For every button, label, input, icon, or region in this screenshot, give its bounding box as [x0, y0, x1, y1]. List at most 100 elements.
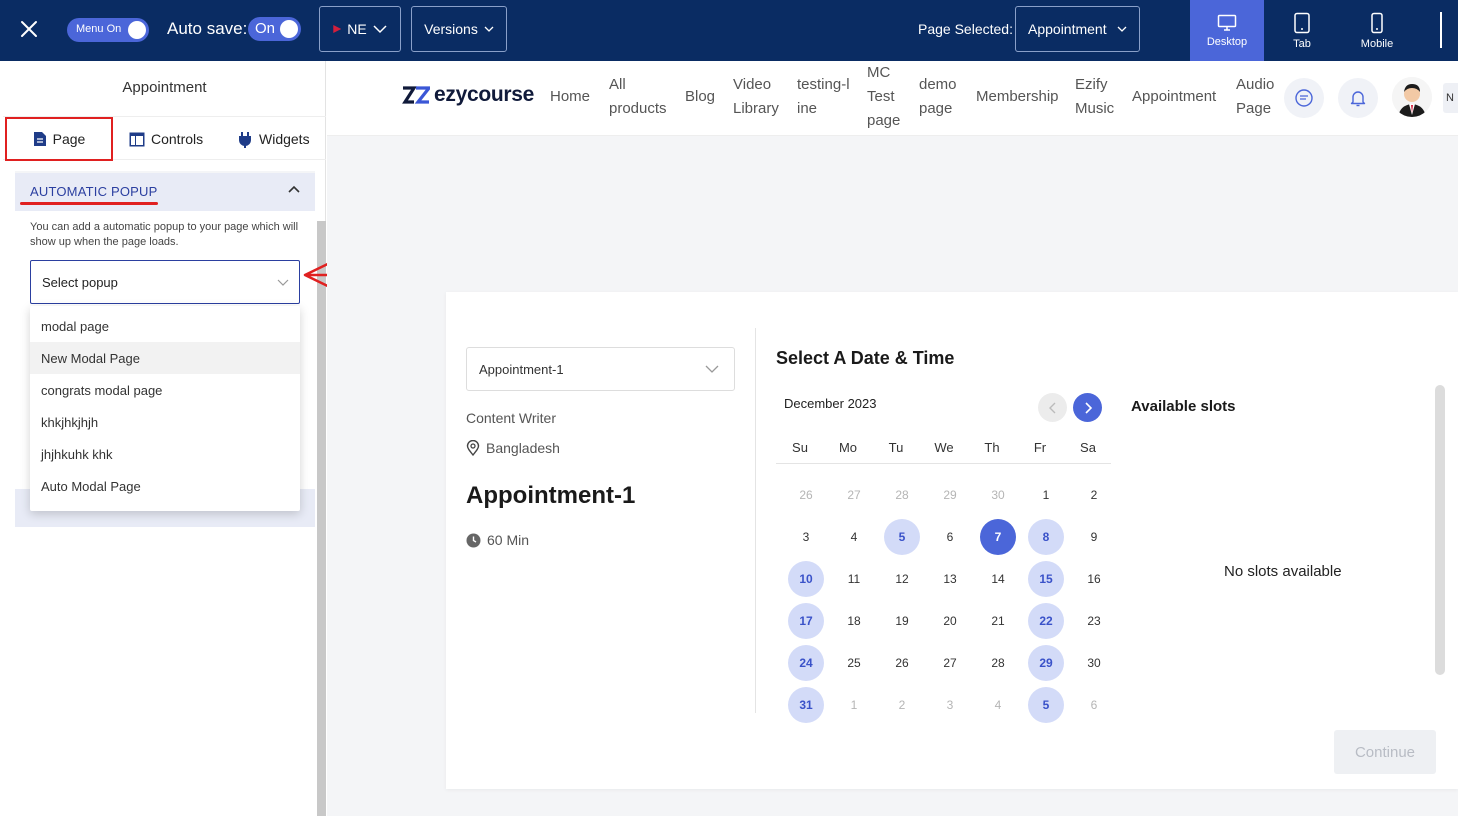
- nav-link-blog[interactable]: Blog: [685, 85, 715, 109]
- calendar-day: 11: [847, 572, 861, 586]
- device-tab-button[interactable]: Tab: [1265, 0, 1339, 61]
- location-text: Bangladesh: [486, 440, 560, 456]
- close-icon[interactable]: [16, 16, 42, 42]
- nav-link-video-library[interactable]: Video Library: [733, 73, 783, 121]
- calendar-month: December 2023: [784, 396, 877, 411]
- language-selector[interactable]: NE: [319, 6, 401, 52]
- automatic-popup-section-header[interactable]: AUTOMATIC POPUP: [15, 173, 315, 211]
- popup-option[interactable]: modal page: [30, 310, 300, 342]
- calendar-day[interactable]: 10: [788, 561, 824, 597]
- versions-dropdown[interactable]: Versions: [411, 6, 507, 52]
- weekday-label: Su: [792, 440, 808, 455]
- calendar-day: 18: [847, 614, 861, 628]
- device-desktop-button[interactable]: Desktop: [1190, 0, 1264, 61]
- popup-option[interactable]: Auto Modal Page: [30, 470, 300, 502]
- calendar-day[interactable]: 29: [1028, 645, 1064, 681]
- layout-icon: [129, 132, 145, 146]
- calendar-day[interactable]: 31: [788, 687, 824, 723]
- calendar-day[interactable]: 17: [788, 603, 824, 639]
- calendar-day: 30: [991, 488, 1005, 502]
- calendar-day: 14: [991, 572, 1005, 586]
- nav-link-membership[interactable]: Membership: [976, 85, 1059, 109]
- appointment-card: Appointment-1 Content Writer Bangladesh …: [446, 292, 1458, 789]
- nav-link-audio-page[interactable]: Audio Page: [1236, 73, 1276, 121]
- sidebar-scrollbar[interactable]: [317, 221, 326, 816]
- calendar-day: 2: [898, 698, 906, 712]
- device-label: Mobile: [1360, 37, 1394, 50]
- nav-link-home[interactable]: Home: [550, 85, 590, 109]
- nav-link-all-products[interactable]: All products: [609, 73, 669, 121]
- slots-scrollbar[interactable]: [1435, 385, 1445, 675]
- calendar-day[interactable]: 5: [1028, 687, 1064, 723]
- calendar-day[interactable]: 5: [884, 519, 920, 555]
- calendar-day: 3: [946, 698, 954, 712]
- tab-widgets[interactable]: Widgets: [237, 117, 310, 161]
- popup-option[interactable]: New Modal Page: [30, 342, 300, 374]
- user-avatar[interactable]: [1392, 77, 1432, 117]
- tab-controls[interactable]: Controls: [129, 117, 203, 161]
- menu-toggle-label: Menu On: [76, 23, 122, 35]
- chat-button[interactable]: [1284, 78, 1324, 118]
- notifications-button[interactable]: [1338, 78, 1378, 118]
- appointment-role: Content Writer: [466, 410, 556, 426]
- nav-link-mc-test-page[interactable]: MC Test page: [867, 61, 903, 133]
- device-label: Desktop: [1206, 35, 1248, 48]
- tab-page[interactable]: Page: [5, 117, 113, 161]
- nav-link-demo-page[interactable]: demo page: [919, 73, 959, 121]
- flag-icon: [333, 25, 342, 33]
- calendar-day[interactable]: 8: [1028, 519, 1064, 555]
- calendar-day[interactable]: 7: [980, 519, 1016, 555]
- nav-link-appointment[interactable]: Appointment: [1132, 85, 1216, 109]
- weekday-label: We: [934, 440, 954, 455]
- available-slots-title: Available slots: [1131, 398, 1236, 415]
- nav-link-ezify-music[interactable]: Ezify Music: [1075, 73, 1115, 121]
- calendar-heading: Select A Date & Time: [776, 348, 955, 368]
- calendar-next-button[interactable]: [1073, 393, 1102, 422]
- popup-option[interactable]: congrats modal page: [30, 374, 300, 406]
- bell-icon: [1350, 91, 1366, 107]
- tab-label: Widgets: [259, 131, 310, 147]
- calendar-day: 28: [895, 488, 909, 502]
- top-toolbar: Menu On Auto save: On NE Versions Page S…: [0, 0, 1458, 61]
- calendar-day[interactable]: 24: [788, 645, 824, 681]
- toggle-knob: [280, 20, 298, 38]
- popup-options-menu: modal page New Modal Page congrats modal…: [30, 306, 300, 511]
- user-name-badge[interactable]: N: [1443, 83, 1458, 113]
- autosave-toggle[interactable]: On: [248, 17, 301, 41]
- page-select-dropdown[interactable]: Appointment: [1015, 6, 1140, 52]
- weekday-label: Mo: [838, 440, 858, 455]
- appointment-select-value: Appointment-1: [479, 361, 564, 377]
- site-navbar: ezycourse Home All products Blog Video L…: [327, 61, 1458, 136]
- calendar-day[interactable]: 22: [1028, 603, 1064, 639]
- section-title: AUTOMATIC POPUP: [30, 184, 158, 199]
- logo-text: ezycourse: [434, 83, 535, 106]
- calendar-prev-button[interactable]: [1038, 393, 1067, 422]
- autosave-state: On: [255, 20, 276, 37]
- device-mobile-button[interactable]: Mobile: [1340, 0, 1414, 61]
- section-description: You can add a automatic popup to your pa…: [30, 221, 299, 248]
- menu-toggle[interactable]: Menu On: [67, 18, 149, 42]
- select-popup-dropdown[interactable]: Select popup: [30, 260, 300, 304]
- ezycourse-logo-icon: [402, 86, 430, 104]
- calendar-day: 1: [850, 698, 858, 712]
- autosave-label: Auto save:: [167, 19, 248, 38]
- calendar-day: 19: [895, 614, 909, 628]
- weekday-label: Tu: [888, 440, 904, 455]
- chevron-up-icon[interactable]: [287, 183, 301, 197]
- calendar-day[interactable]: 15: [1028, 561, 1064, 597]
- appointment-location: Bangladesh: [466, 440, 560, 456]
- nav-link-testing-line[interactable]: testing-line: [797, 73, 851, 121]
- calendar-day: 29: [943, 488, 957, 502]
- calendar-day: 16: [1087, 572, 1101, 586]
- calendar-day: 1: [1042, 488, 1050, 502]
- appointment-select[interactable]: Appointment-1: [466, 347, 735, 391]
- chevron-down-icon: [373, 25, 387, 34]
- calendar-day: 28: [991, 656, 1005, 670]
- chevron-down-icon: [484, 26, 494, 32]
- site-logo[interactable]: ezycourse: [402, 83, 534, 107]
- popup-option[interactable]: khkjhkjhjh: [30, 406, 300, 438]
- popup-option[interactable]: jhjhkuhk khk: [30, 438, 300, 470]
- calendar-day: 4: [994, 698, 1002, 712]
- calendar-day: 9: [1090, 530, 1098, 544]
- continue-button[interactable]: Continue: [1334, 730, 1436, 774]
